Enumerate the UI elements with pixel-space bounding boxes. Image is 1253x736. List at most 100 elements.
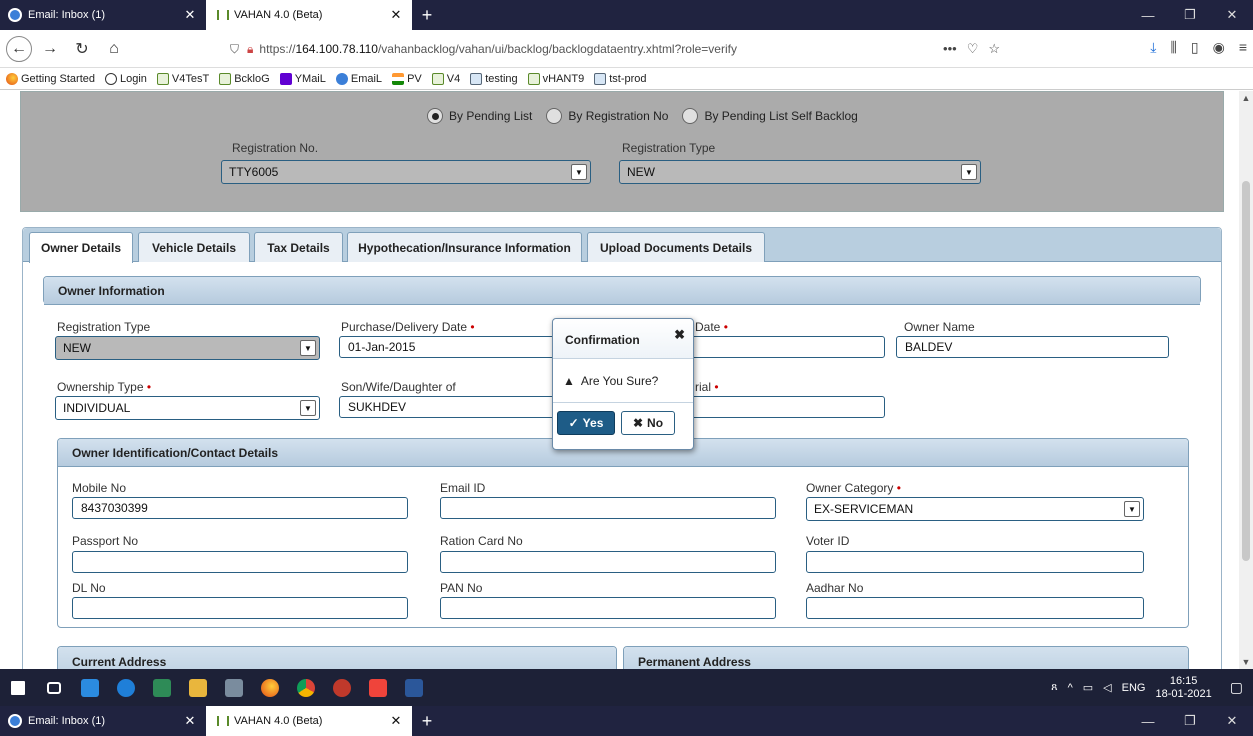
tab-vehicle-details[interactable]: Vehicle Details	[138, 232, 250, 262]
bookmark-email[interactable]: EmaiL	[335, 72, 382, 85]
forward-icon[interactable]: →	[36, 35, 64, 63]
back-icon[interactable]: ←	[6, 35, 32, 62]
tab-tax-details[interactable]: Tax Details	[254, 232, 343, 262]
browser-tabbar: Email: Inbox (1) ✕ VAHAN 4.0 (Beta) ✕ + …	[0, 0, 1253, 30]
dl-input[interactable]	[72, 597, 408, 619]
tab-email[interactable]: Email: Inbox (1) ✕	[0, 0, 206, 30]
son-of-input[interactable]: SUKHDEV	[339, 396, 571, 418]
taskbar-firefox[interactable]	[252, 669, 288, 706]
new-tab-button[interactable]: +	[412, 0, 442, 30]
url-bar[interactable]: ⛉ 🔒︎ https://164.100.78.110/vahanbacklog…	[226, 35, 1006, 63]
taskbar-app3[interactable]	[324, 669, 360, 706]
bookmark-star-icon[interactable]: ☆	[988, 41, 1000, 57]
home-icon[interactable]: ⌂	[100, 35, 128, 63]
taskbar-app[interactable]	[72, 669, 108, 706]
minimize-icon[interactable]: —	[1127, 706, 1169, 736]
bookmark-backlog[interactable]: BckloG	[219, 72, 270, 85]
owner-category-select[interactable]: EX-SERVICEMAN ▼	[806, 497, 1144, 521]
scroll-down-icon[interactable]: ▼	[1239, 657, 1253, 667]
owner-registration-type-select[interactable]: NEW ▼	[55, 336, 320, 360]
owner-name-input[interactable]: BALDEV	[896, 336, 1169, 358]
restore-icon[interactable]: ❐	[1169, 0, 1211, 30]
radio-self-backlog[interactable]	[682, 108, 699, 124]
bookmark-vhant9[interactable]: vHANT9	[527, 72, 584, 85]
email-input[interactable]	[440, 497, 776, 519]
close-window-icon[interactable]: ✕	[1211, 706, 1253, 736]
page-scrollbar[interactable]: ▲ ▼	[1239, 91, 1253, 669]
taskbar-app2[interactable]	[216, 669, 252, 706]
yes-button[interactable]: ✓ Yes	[557, 411, 615, 435]
bookmark-ymail[interactable]: YMaiL	[279, 72, 326, 85]
close-icon[interactable]: ✕	[388, 713, 404, 729]
aadhar-input[interactable]	[806, 597, 1144, 619]
close-icon[interactable]: ✖	[674, 327, 685, 343]
ownership-type-select[interactable]: INDIVIDUAL ▼	[55, 396, 320, 420]
close-icon[interactable]: ✕	[388, 7, 404, 23]
tab-hypothecation-insurance[interactable]: Hypothecation/Insurance Information	[347, 232, 582, 262]
scroll-up-icon[interactable]: ▲	[1239, 93, 1253, 103]
minimize-icon[interactable]: —	[1127, 0, 1169, 30]
bookmark-login[interactable]: Login	[105, 72, 147, 85]
volume-icon[interactable]: ◁	[1103, 681, 1111, 694]
restore-icon[interactable]: ❐	[1169, 706, 1211, 736]
pocket-icon[interactable]: ♡	[967, 41, 979, 57]
language-indicator[interactable]: ENG	[1122, 682, 1146, 694]
mobile-input[interactable]: 8437030399	[72, 497, 408, 519]
registration-date-input[interactable]: 5	[663, 336, 885, 358]
voter-id-input[interactable]	[806, 551, 1144, 573]
tab-email[interactable]: Email: Inbox (1) ✕	[0, 706, 206, 736]
radio-pending-list[interactable]	[427, 108, 443, 124]
passport-input[interactable]	[72, 551, 408, 573]
account-icon[interactable]: ◉	[1213, 39, 1225, 56]
page-actions-icon[interactable]: •••	[943, 41, 957, 57]
taskbar-chrome[interactable]	[288, 669, 324, 706]
section-title: Permanent Address	[624, 647, 1188, 669]
radio-registration-no[interactable]	[546, 108, 563, 124]
chevron-down-icon: ▼	[300, 340, 316, 356]
pan-input[interactable]	[440, 597, 776, 619]
edge-icon	[117, 678, 135, 697]
bookmark-getting-started[interactable]: Getting Started	[6, 72, 95, 85]
menu-icon[interactable]: ≡	[1239, 39, 1247, 56]
warning-icon: ▲	[563, 373, 575, 388]
tab-vahan[interactable]: VAHAN 4.0 (Beta) ✕	[206, 706, 412, 736]
url-host: 164.100.78.110	[295, 42, 378, 56]
notification-icon[interactable]: ▢	[1230, 679, 1243, 696]
close-icon[interactable]: ✕	[182, 713, 198, 729]
ration-card-input[interactable]	[440, 551, 776, 573]
tab-upload-documents[interactable]: Upload Documents Details	[587, 232, 765, 262]
registration-no-select[interactable]: TTY6005 ▼	[221, 160, 591, 184]
clock[interactable]: 16:15 18-01-2021	[1155, 675, 1211, 701]
label-text: Ownership Type	[57, 380, 144, 394]
new-tab-button[interactable]: +	[412, 706, 442, 736]
taskbar-edge[interactable]	[108, 669, 144, 706]
library-icon[interactable]: ⫼	[1170, 39, 1176, 56]
close-window-icon[interactable]: ✕	[1211, 0, 1253, 30]
taskbar-explorer[interactable]	[180, 669, 216, 706]
taskbar-word[interactable]	[396, 669, 432, 706]
network-icon[interactable]: ▭	[1083, 681, 1093, 694]
reload-icon[interactable]: ↻	[68, 35, 96, 63]
serial-input[interactable]	[663, 396, 885, 418]
bookmark-v4[interactable]: V4	[431, 72, 460, 85]
registration-type-select[interactable]: NEW ▼	[619, 160, 981, 184]
bookmark-v4test[interactable]: V4TesT	[156, 72, 209, 85]
purchase-date-input[interactable]: 01-Jan-2015	[339, 336, 571, 358]
download-icon[interactable]: ⤓	[1150, 39, 1156, 56]
taskbar-anydesk[interactable]	[360, 669, 396, 706]
no-button[interactable]: ✖ No	[621, 411, 675, 435]
sidebar-icon[interactable]: ▯	[1191, 39, 1199, 56]
bookmark-pv[interactable]: PV	[392, 72, 422, 85]
taskbar-excel[interactable]	[144, 669, 180, 706]
start-button[interactable]	[0, 669, 36, 706]
bookmark-testing[interactable]: testing	[470, 72, 518, 85]
clock-time: 16:15	[1169, 674, 1198, 687]
tab-owner-details[interactable]: Owner Details	[29, 232, 133, 263]
scrollbar-thumb[interactable]	[1242, 181, 1250, 561]
tab-vahan[interactable]: VAHAN 4.0 (Beta) ✕	[206, 0, 412, 30]
task-view-button[interactable]	[36, 669, 72, 706]
bookmark-tst-prod[interactable]: tst-prod	[594, 72, 647, 85]
tray-chevron-icon[interactable]: ^	[1068, 682, 1073, 694]
people-icon[interactable]: ጸ	[1051, 681, 1057, 694]
close-icon[interactable]: ✕	[182, 7, 198, 23]
